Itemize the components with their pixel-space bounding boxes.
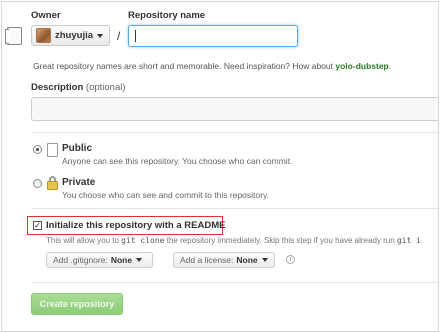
- private-radio[interactable]: [33, 179, 42, 188]
- divider: [31, 208, 438, 209]
- public-title: Public: [62, 143, 93, 154]
- chevron-down-icon: [261, 258, 268, 262]
- owner-repo-separator: /: [117, 29, 121, 43]
- repository-name-label: Repository name: [128, 10, 206, 21]
- public-description: Anyone can see this repository. You choo…: [62, 156, 293, 166]
- repository-name-input[interactable]: [128, 25, 298, 47]
- readme-help-text: This will allow you to git clone the rep…: [46, 236, 421, 245]
- description-label: Description (optional): [31, 82, 126, 93]
- text-cursor: [135, 30, 136, 42]
- name-hint-end: .: [388, 61, 392, 71]
- gitignore-label: Add .gitignore:: [53, 255, 108, 265]
- license-select[interactable]: Add a license: None: [173, 252, 275, 268]
- divider: [31, 132, 438, 133]
- owner-name: zhuyujia: [55, 30, 94, 41]
- readme-checkbox[interactable]: ✓: [33, 221, 42, 230]
- owner-dropdown[interactable]: zhuyujia: [31, 25, 110, 46]
- divider: [31, 282, 438, 283]
- public-radio[interactable]: [33, 145, 42, 154]
- description-optional: (optional): [85, 82, 126, 93]
- public-repository-icon: [47, 143, 58, 157]
- readme-help-code: git clone: [121, 236, 165, 245]
- readme-help-code2: git i: [396, 236, 421, 245]
- info-icon[interactable]: i: [286, 255, 295, 264]
- lock-icon: [47, 176, 58, 190]
- description-label-text: Description: [31, 82, 84, 93]
- name-suggestion[interactable]: yolo-dubstep: [335, 61, 388, 71]
- new-repository-form: Owner Repository name zhuyujia / Great r…: [1, 1, 439, 332]
- gitignore-value: None: [110, 255, 133, 265]
- description-input[interactable]: [31, 97, 438, 121]
- readme-help-post: the repository immediately. Skip this st…: [164, 236, 397, 245]
- name-hint-text: Great repository names are short and mem…: [33, 61, 336, 71]
- chevron-down-icon: [136, 258, 143, 262]
- name-hint: Great repository names are short and mem…: [33, 61, 391, 71]
- private-title: Private: [62, 177, 96, 188]
- avatar: [36, 28, 51, 43]
- private-description: You choose who can see and commit to thi…: [62, 190, 269, 200]
- license-label: Add a license:: [180, 255, 234, 265]
- owner-label: Owner: [31, 10, 61, 21]
- repository-icon: [5, 27, 22, 45]
- readme-help-pre: This will allow you to: [46, 236, 122, 245]
- create-repository-button[interactable]: Create repository: [31, 293, 123, 315]
- readme-label[interactable]: Initialize this repository with a README: [46, 220, 225, 231]
- gitignore-select[interactable]: Add .gitignore: None: [46, 252, 153, 268]
- chevron-down-icon: [97, 33, 104, 38]
- license-value: None: [236, 255, 258, 265]
